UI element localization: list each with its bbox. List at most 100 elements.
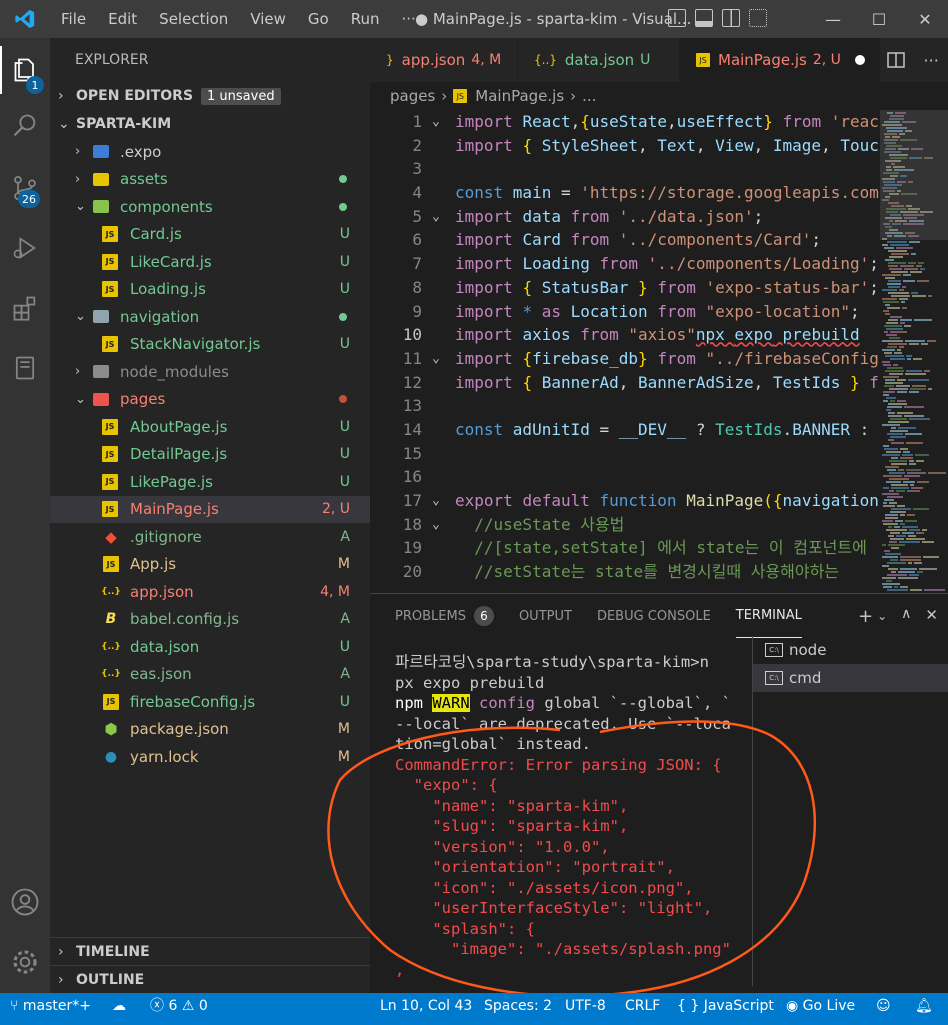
tree-item-components[interactable]: ⌄ components — [50, 193, 370, 221]
split-editor-icon[interactable] — [887, 51, 905, 69]
minimap-line — [888, 250, 907, 252]
tree-item-label: package.json — [130, 720, 229, 739]
tree-item-babel-config-js[interactable]: Bbabel.config.js A — [50, 606, 370, 634]
encoding[interactable]: UTF-8 — [565, 993, 606, 1019]
breadcrumb-folder[interactable]: pages — [390, 87, 435, 105]
tree-item-card-js[interactable]: JS Card.js U — [50, 221, 370, 249]
more-actions-icon[interactable]: ··· — [924, 51, 939, 70]
extensions-icon[interactable] — [0, 284, 50, 332]
tree-item-likepage-js[interactable]: JS LikePage.js U — [50, 468, 370, 496]
branch-status[interactable]: ⑂ master*+ — [10, 993, 91, 1019]
settings-gear-icon[interactable] — [0, 938, 50, 986]
close-panel-icon[interactable]: ✕ — [925, 606, 938, 627]
tree-item-gitignore[interactable]: ◆ .gitignore A — [50, 523, 370, 551]
menu-item-run[interactable]: Run — [340, 0, 391, 38]
fold-chevron-icon[interactable]: ⌄ — [432, 347, 440, 371]
git-status-badge: U — [339, 253, 350, 270]
tab-app-json[interactable]: } app.json 4, M — [370, 38, 518, 82]
fold-chevron-icon[interactable]: ⌄ — [432, 513, 440, 537]
minimap-line — [893, 364, 898, 366]
tree-item-app-json[interactable]: {..} app.json 4, M — [50, 578, 370, 606]
timeline-section[interactable]: › TIMELINE — [50, 937, 370, 965]
tab-output[interactable]: OUTPUT — [519, 594, 572, 638]
new-terminal-plus-icon[interactable]: + — [858, 606, 873, 627]
tree-item-label: navigation — [120, 307, 200, 326]
menu-item-edit[interactable]: Edit — [97, 0, 148, 38]
terminal-item-node[interactable]: C:\ node — [753, 636, 948, 664]
menu-item-view[interactable]: View — [239, 0, 297, 38]
tree-item-eas-json[interactable]: {..} eas.json A — [50, 661, 370, 689]
go-live-button[interactable]: ◉ Go Live — [786, 993, 855, 1019]
tree-item-expo[interactable]: › .expo — [50, 138, 370, 166]
tab-problems[interactable]: PROBLEMS 6 — [395, 594, 494, 638]
toggle-secondary-sidebar-icon[interactable] — [722, 9, 740, 27]
tab-data-json[interactable]: {..} data.json U — [518, 38, 680, 82]
tree-item-detailpage-js[interactable]: JS DetailPage.js U — [50, 441, 370, 469]
terminal-output[interactable]: 파르타코딩\sparta-study\sparta-kim>n px expo p… — [395, 652, 731, 980]
maximize-panel-chevron-up-icon[interactable]: ∧ — [901, 606, 911, 627]
toggle-panel-icon[interactable] — [695, 9, 713, 27]
minimap[interactable] — [880, 110, 948, 593]
sync-cloud-icon[interactable]: ☁ — [112, 993, 126, 1019]
source-control-icon[interactable]: 26 — [0, 164, 50, 212]
tree-item-yarn-lock[interactable]: ● yarn.lock M — [50, 743, 370, 771]
tree-item-app-js[interactable]: JS App.js M — [50, 551, 370, 579]
tree-item-data-json[interactable]: {..} data.json U — [50, 633, 370, 661]
fold-chevron-icon[interactable]: ⌄ — [432, 205, 440, 229]
indentation[interactable]: Spaces: 2 — [484, 993, 552, 1019]
search-icon[interactable] — [0, 102, 50, 150]
tree-item-loading-js[interactable]: JS Loading.js U — [50, 276, 370, 304]
tree-item-pages[interactable]: ⌄ pages — [50, 386, 370, 414]
minimap-line — [900, 559, 921, 561]
tree-item-aboutpage-js[interactable]: JS AboutPage.js U — [50, 413, 370, 441]
tree-item-firebaseconfig-js[interactable]: JS firebaseConfig.js U — [50, 688, 370, 716]
problems-status[interactable]: ⓧ 6 ⚠ 0 — [150, 993, 208, 1019]
code-editor[interactable]: 1 ⌄ import React,{useState,useEffect} from… — [370, 110, 880, 593]
minimap-slider[interactable] — [880, 110, 948, 240]
explorer-icon[interactable]: 1 — [0, 46, 50, 94]
fold-chevron-icon[interactable]: ⌄ — [432, 110, 440, 134]
tab-debug-console[interactable]: DEBUG CONSOLE — [597, 594, 711, 638]
js-file-icon: JS — [102, 253, 118, 270]
minimize-button[interactable]: — — [810, 0, 856, 38]
notifications-bell-icon[interactable]: 🔔︎ — [915, 993, 933, 1019]
tree-item-mainpage-js[interactable]: JS MainPage.js 2, U — [50, 495, 370, 523]
tree-item-likecard-js[interactable]: JS LikeCard.js U — [50, 248, 370, 276]
tab-label: MainPage.js — [718, 51, 807, 69]
menu-item-go[interactable]: Go — [297, 0, 340, 38]
vscode-logo-icon[interactable] — [0, 0, 50, 38]
run-debug-icon[interactable] — [0, 224, 50, 272]
code-token: from — [560, 230, 619, 250]
tree-item-assets[interactable]: › assets — [50, 166, 370, 194]
tree-item-node-modules[interactable]: › node_modules — [50, 358, 370, 386]
tab-terminal[interactable]: TERMINAL — [735, 594, 802, 638]
account-icon[interactable] — [0, 878, 50, 926]
unsaved-dot-icon[interactable] — [854, 55, 865, 65]
maximize-button[interactable]: ☐ — [856, 0, 902, 38]
toggle-primary-sidebar-icon[interactable] — [668, 9, 686, 27]
menu-item-file[interactable]: File — [50, 0, 97, 38]
tree-item-navigation[interactable]: ⌄ navigation — [50, 303, 370, 331]
code-token: '../components/Card' — [618, 230, 812, 250]
tree-item-package-json[interactable]: ⬢ package.json M — [50, 716, 370, 744]
remote-explorer-icon[interactable] — [0, 344, 50, 392]
menu-item-selection[interactable]: Selection — [148, 0, 239, 38]
terminal-item-cmd[interactable]: C:\ cmd — [753, 664, 948, 692]
tab-mainpage-js[interactable]: JS MainPage.js 2, U — [680, 38, 880, 82]
close-window-button[interactable]: ✕ — [902, 0, 948, 38]
line-ending[interactable]: CRLF — [625, 993, 660, 1019]
open-editors-section[interactable]: › OPEN EDITORS 1 unsaved — [50, 82, 370, 110]
tree-item-stacknavigator-js[interactable]: JS StackNavigator.js U — [50, 331, 370, 359]
breadcrumb-file[interactable]: MainPage.js — [475, 87, 564, 105]
cursor-position[interactable]: Ln 10, Col 43 — [380, 993, 472, 1019]
project-section[interactable]: ⌄ SPARTA-KIM — [50, 110, 370, 138]
language-mode[interactable]: { } JavaScript — [677, 993, 774, 1019]
breadcrumb-more[interactable]: ... — [582, 87, 596, 105]
customize-layout-icon[interactable] — [749, 9, 767, 27]
outline-section[interactable]: › OUTLINE — [50, 965, 370, 993]
tab-terminal-label: TERMINAL — [735, 608, 802, 623]
terminal-dropdown-chevron-icon[interactable]: ⌄ — [877, 606, 887, 627]
feedback-icon[interactable]: ☺ — [876, 993, 891, 1019]
explorer-badge: 1 — [26, 76, 44, 94]
fold-chevron-icon[interactable]: ⌄ — [432, 489, 440, 513]
